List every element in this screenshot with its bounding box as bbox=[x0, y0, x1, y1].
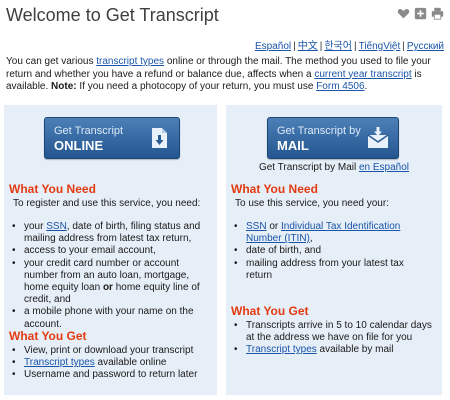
item-text: a mobile phone with your name on the acc… bbox=[24, 306, 194, 330]
page: Welcome to Get Transcript Español | 中文 | 한국어… bbox=[0, 0, 450, 400]
mail-spanish-link[interactable]: en Español bbox=[359, 162, 409, 173]
get-transcript-online-button[interactable]: Get Transcript ONLINE bbox=[44, 117, 180, 159]
item-text: your bbox=[24, 221, 47, 232]
item-text: mailing address from your latest tax ret… bbox=[246, 257, 404, 281]
intro-paragraph: You can get various transcript types onl… bbox=[6, 56, 444, 94]
note-text: Get Transcript by Mail bbox=[258, 162, 359, 173]
transcript-types-link[interactable]: Transcript types bbox=[24, 357, 95, 368]
mail-get-list: Transcripts arrive in 5 to 10 calendar d… bbox=[226, 320, 432, 357]
list-item: SSN or Individual Tax Identification Num… bbox=[226, 221, 432, 245]
lang-link-vietnamese[interactable]: TiếngViệt bbox=[359, 41, 401, 52]
intro-text: . bbox=[364, 81, 368, 92]
item-text: access to your email account, bbox=[24, 245, 156, 257]
plus-icon[interactable] bbox=[414, 7, 427, 20]
item-text: , bbox=[309, 233, 313, 245]
mail-spanish-note: Get Transcript by Mail en Español bbox=[226, 162, 442, 173]
online-need-heading: What You Need bbox=[9, 182, 96, 196]
intro-text: If you need a photocopy of your return, … bbox=[76, 81, 317, 92]
lang-link-chinese[interactable]: 中文 bbox=[298, 41, 318, 52]
language-links: Español | 中文 | 한국어 | TiếngViệt | Русский bbox=[255, 41, 444, 52]
lang-link-spanish[interactable]: Español bbox=[255, 41, 291, 52]
note-label: Note: bbox=[51, 81, 77, 92]
intro-text: You can get various bbox=[6, 56, 97, 67]
transcript-types-link[interactable]: Transcript types bbox=[246, 344, 317, 355]
lang-link-russian[interactable]: Русский bbox=[407, 41, 444, 52]
list-item: a mobile phone with your name on the acc… bbox=[4, 306, 204, 330]
list-item: access to your email account, bbox=[4, 245, 204, 257]
list-item: date of birth, and bbox=[226, 245, 432, 257]
list-item: your credit card number or account numbe… bbox=[4, 258, 204, 307]
lang-link-korean[interactable]: 한국어 bbox=[324, 41, 352, 52]
item-text: available online bbox=[94, 357, 167, 369]
item-bold-text: or bbox=[102, 282, 113, 294]
transcript-types-link[interactable]: transcript types bbox=[96, 56, 164, 67]
ssn-link[interactable]: SSN bbox=[46, 221, 67, 232]
button-line-1: Get Transcript by bbox=[277, 125, 361, 137]
online-need-list: your SSN, date of birth, filing status a… bbox=[4, 221, 204, 331]
online-get-heading: What You Get bbox=[9, 329, 87, 343]
list-item: your SSN, date of birth, filing status a… bbox=[4, 221, 204, 245]
document-download-icon bbox=[147, 126, 171, 150]
mail-need-list: SSN or Individual Tax Identification Num… bbox=[226, 221, 432, 282]
item-text: Username and password to return later bbox=[24, 369, 198, 381]
online-need-intro: To register and use this service, you ne… bbox=[13, 198, 201, 209]
header: Welcome to Get Transcript bbox=[6, 3, 444, 31]
item-text: date of birth, and bbox=[246, 245, 322, 257]
list-item: Username and password to return later bbox=[4, 369, 212, 381]
mail-need-heading: What You Need bbox=[231, 182, 318, 196]
list-item: mailing address from your latest tax ret… bbox=[226, 258, 432, 282]
envelope-download-icon bbox=[366, 126, 390, 150]
button-line-1: Get Transcript bbox=[54, 125, 124, 137]
list-item: Transcript types available by mail bbox=[226, 344, 432, 356]
mail-panel: Get Transcript by MAIL Get Transcript by… bbox=[226, 105, 442, 395]
button-line-2: MAIL bbox=[277, 138, 309, 153]
list-item: Transcripts arrive in 5 to 10 calendar d… bbox=[226, 320, 432, 344]
ssn-link[interactable]: SSN bbox=[246, 221, 267, 232]
button-line-2: ONLINE bbox=[54, 138, 104, 153]
item-text: Transcripts arrive in 5 to 10 calendar d… bbox=[246, 320, 432, 344]
page-title: Welcome to Get Transcript bbox=[6, 5, 219, 25]
item-text: available by mail bbox=[316, 344, 394, 356]
print-icon[interactable] bbox=[431, 7, 444, 20]
online-get-list: View, print or download your transcript … bbox=[4, 345, 212, 382]
online-panel: Get Transcript ONLINE What You Need To r… bbox=[4, 105, 217, 395]
mail-need-intro: To use this service, you need your: bbox=[235, 198, 389, 209]
list-item: Transcript types available online bbox=[4, 357, 212, 369]
page-tools bbox=[397, 7, 444, 20]
list-item: View, print or download your transcript bbox=[4, 345, 212, 357]
item-text: or bbox=[266, 221, 282, 232]
get-transcript-mail-button[interactable]: Get Transcript by MAIL bbox=[267, 117, 399, 159]
item-text: View, print or download your transcript bbox=[24, 345, 194, 356]
form-4506-link[interactable]: Form 4506 bbox=[316, 81, 364, 92]
current-year-transcript-link[interactable]: current year transcript bbox=[314, 69, 411, 80]
mail-get-heading: What You Get bbox=[231, 304, 309, 318]
heart-icon[interactable] bbox=[397, 7, 410, 20]
